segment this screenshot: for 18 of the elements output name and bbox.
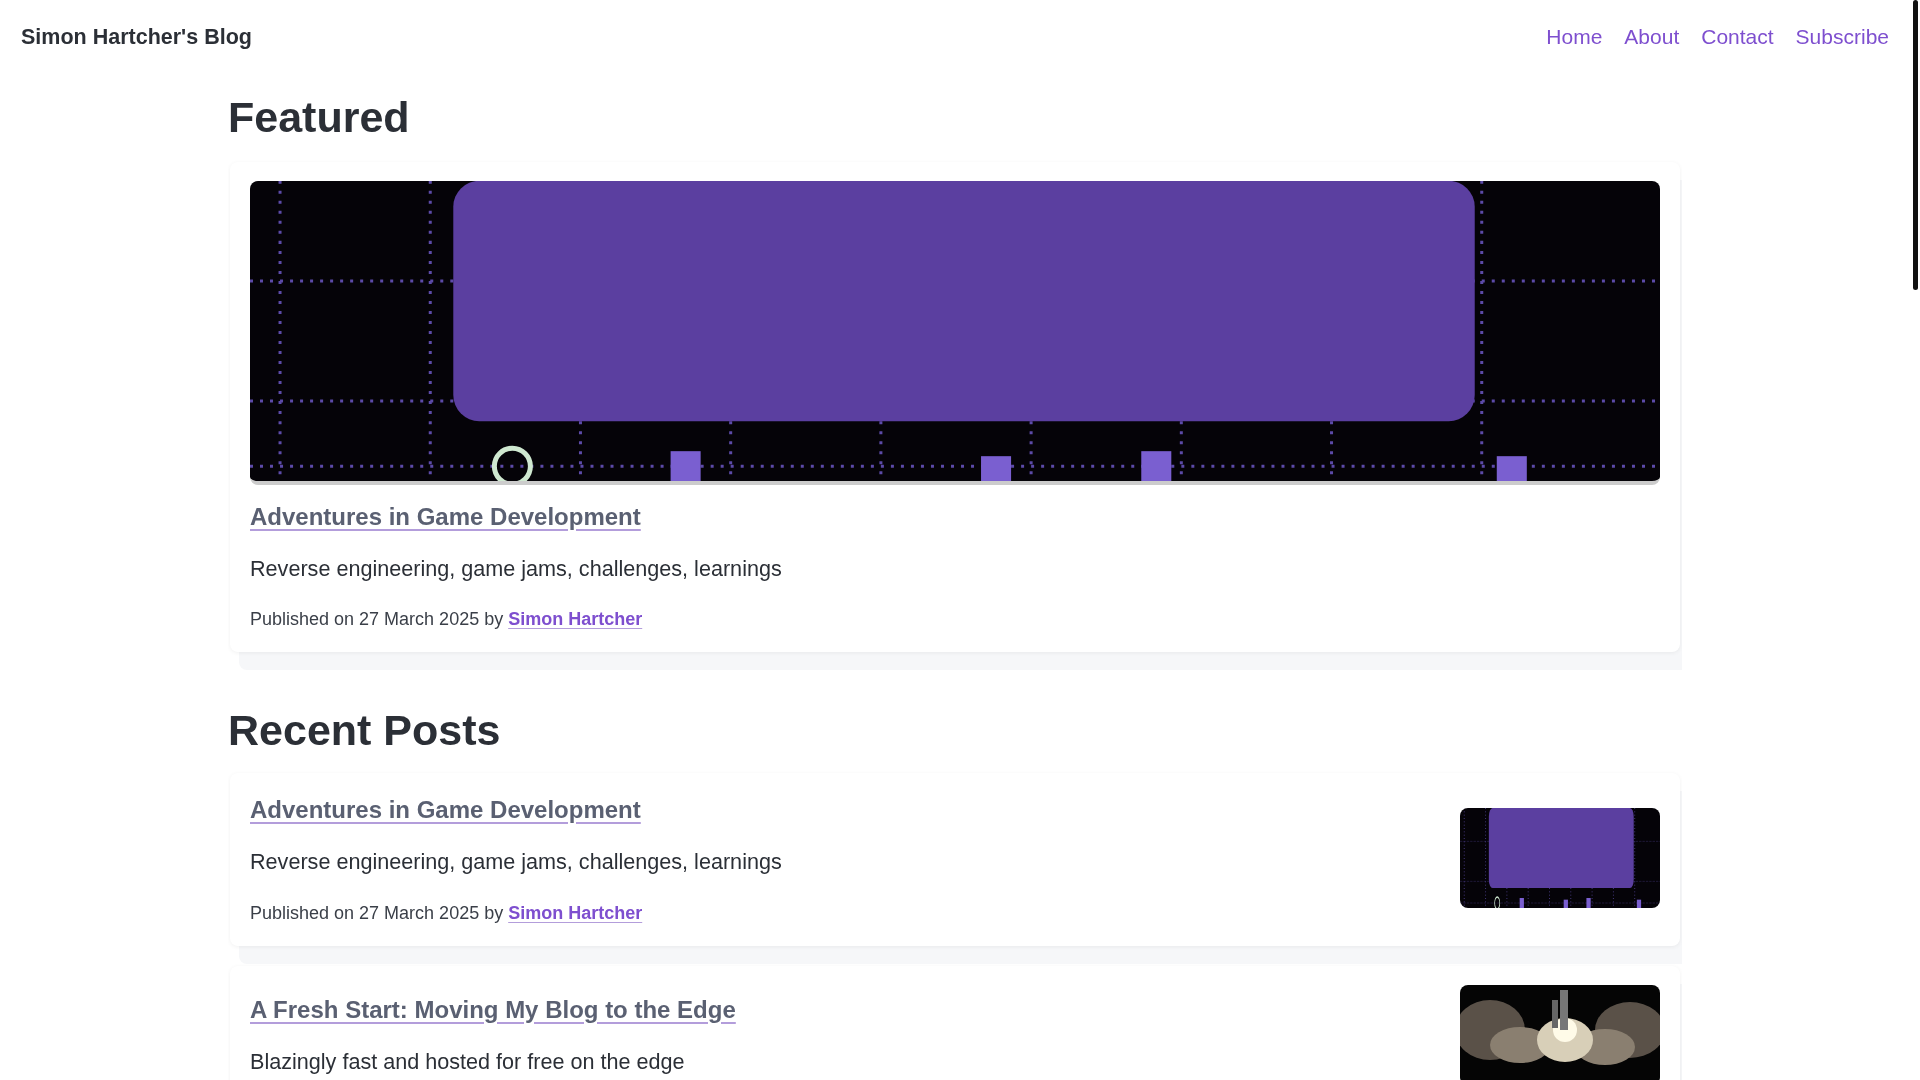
author-link[interactable]: Simon Hartcher: [508, 902, 643, 923]
section-heading: Recent Posts: [228, 706, 502, 756]
nav-link[interactable]: Home: [1546, 25, 1603, 49]
nav-link[interactable]: Contact: [1701, 25, 1774, 49]
scrollbar-thumb[interactable]: [1913, 0, 1918, 290]
post-title-link[interactable]: A Fresh Start: Moving My Blog to the Edge: [250, 995, 736, 1024]
nav-link[interactable]: Subscribe: [1795, 25, 1889, 49]
site-title: Simon Hartcher's Blog: [21, 24, 252, 50]
post-description: Blazingly fast and hosted for free on the edge: [250, 1047, 686, 1076]
post-meta: Published on 27 March 2025 by Simon Hartcher: [250, 902, 644, 924]
section-heading: Featured: [228, 93, 411, 142]
post-title-link[interactable]: Adventures in Game Development: [250, 796, 641, 825]
nav-link[interactable]: About: [1624, 25, 1680, 49]
post-title-link[interactable]: Adventures in Game Development: [250, 503, 641, 531]
post-meta: Published on 27 March 2025 by Simon Hartcher: [250, 609, 644, 631]
post-description: Reverse engineering, game jams, challenges, learnings: [250, 848, 783, 877]
author-link[interactable]: Simon Hartcher: [508, 609, 643, 630]
post-description: Reverse engineering, game jams, challenges, learnings: [250, 555, 783, 583]
